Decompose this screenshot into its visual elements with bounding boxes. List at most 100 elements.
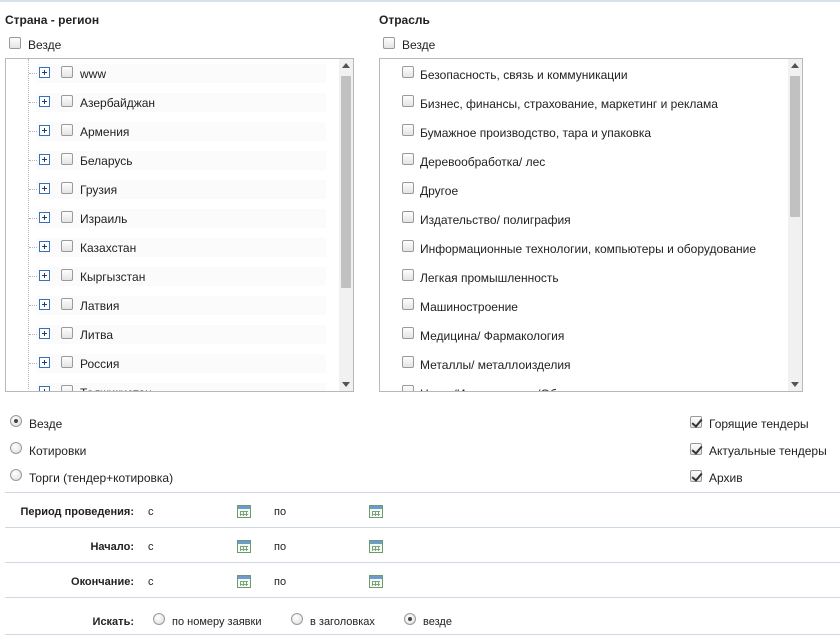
expand-plus-icon[interactable]	[39, 67, 50, 78]
calendar-icon[interactable]	[237, 505, 251, 518]
industry-list-scrollbar[interactable]	[788, 59, 802, 391]
tree-connector	[29, 334, 37, 335]
industry-label: Другое	[420, 184, 459, 198]
industry-list[interactable]: Безопасность, связь и коммуникации Бизнес…	[379, 58, 803, 392]
from-label: с	[148, 576, 154, 588]
divider	[5, 527, 840, 528]
expand-plus-icon[interactable]	[39, 241, 50, 252]
tree-connector	[29, 276, 37, 277]
search-option-label: по номеру заявки	[172, 616, 262, 628]
country-label: Латвия	[80, 299, 120, 313]
tree-connector	[29, 73, 37, 74]
period-label: Начало:	[90, 541, 134, 553]
industry-label: Информационные технологии, компьютеры и …	[420, 242, 757, 256]
industry-checkbox[interactable]	[402, 95, 414, 107]
country-label: Азербайджан	[80, 96, 156, 110]
country-checkbox[interactable]	[61, 269, 73, 281]
expand-plus-icon[interactable]	[39, 270, 50, 281]
country-checkbox[interactable]	[61, 182, 73, 194]
scroll-thumb[interactable]	[341, 76, 351, 288]
industry-checkbox[interactable]	[402, 385, 414, 391]
expand-plus-icon[interactable]	[39, 96, 50, 107]
search-option-label: в заголовках	[310, 616, 375, 628]
country-label: Россия	[80, 357, 120, 371]
country-checkbox[interactable]	[61, 298, 73, 310]
industry-label: Издательство/ полиграфия	[420, 213, 571, 227]
country-checkbox[interactable]	[61, 356, 73, 368]
expand-plus-icon[interactable]	[39, 125, 50, 136]
scroll-up-arrow-icon[interactable]	[791, 63, 799, 68]
industry-checkbox[interactable]	[402, 327, 414, 339]
tree-connector	[29, 189, 37, 190]
country-label: Литва	[80, 328, 113, 342]
type-radio[interactable]	[10, 415, 22, 427]
expand-plus-icon[interactable]	[39, 183, 50, 194]
expand-plus-icon[interactable]	[39, 212, 50, 223]
search-option-label: везде	[423, 616, 452, 628]
calendar-icon[interactable]	[237, 540, 251, 553]
industry-checkbox[interactable]	[402, 269, 414, 281]
expand-plus-icon[interactable]	[39, 299, 50, 310]
country-label: Кыргызстан	[80, 270, 146, 284]
expand-plus-icon[interactable]	[39, 386, 50, 391]
from-label: с	[148, 541, 154, 553]
country-checkbox[interactable]	[61, 153, 73, 165]
industry-checkbox[interactable]	[402, 124, 414, 136]
type-radio[interactable]	[10, 469, 22, 481]
country-checkbox[interactable]	[61, 124, 73, 136]
divider	[5, 597, 840, 598]
country-checkbox[interactable]	[61, 66, 73, 78]
search-radio[interactable]	[153, 613, 165, 625]
country-label: Израиль	[80, 212, 128, 226]
scroll-thumb[interactable]	[790, 76, 800, 217]
search-label: Искать:	[92, 616, 134, 628]
expand-plus-icon[interactable]	[39, 357, 50, 368]
industry-label: Медицина/ Фармакология	[420, 329, 565, 343]
search-radio[interactable]	[404, 613, 416, 625]
country-checkbox[interactable]	[61, 240, 73, 252]
industry-checkbox[interactable]	[402, 356, 414, 368]
country-everywhere-checkbox[interactable]	[9, 37, 21, 49]
divider	[5, 634, 840, 635]
country-checkbox[interactable]	[61, 385, 73, 391]
industry-checkbox[interactable]	[402, 298, 414, 310]
tree-connector	[29, 218, 37, 219]
industry-title: Отрасль	[379, 13, 430, 27]
status-checkbox[interactable]	[690, 470, 702, 482]
industry-checkbox[interactable]	[402, 240, 414, 252]
status-checkbox[interactable]	[690, 443, 702, 455]
expand-plus-icon[interactable]	[39, 154, 50, 165]
divider	[5, 492, 840, 493]
type-radio[interactable]	[10, 442, 22, 454]
status-label: Горящие тендеры	[709, 417, 809, 431]
search-radio[interactable]	[291, 613, 303, 625]
country-checkbox[interactable]	[61, 327, 73, 339]
calendar-icon[interactable]	[369, 575, 383, 588]
scroll-down-arrow-icon[interactable]	[791, 382, 799, 387]
calendar-icon[interactable]	[237, 575, 251, 588]
industry-everywhere-checkbox[interactable]	[383, 37, 395, 49]
expand-plus-icon[interactable]	[39, 328, 50, 339]
industry-label: Бизнес, финансы, страхование, маркетинг …	[420, 97, 718, 111]
calendar-icon[interactable]	[369, 540, 383, 553]
industry-label: Машиностроение	[420, 300, 518, 314]
country-label: Таджикистан	[80, 386, 152, 391]
tree-connector	[29, 363, 37, 364]
scroll-down-arrow-icon[interactable]	[342, 382, 350, 387]
industry-everywhere-label: Везде	[402, 38, 436, 52]
country-region-title: Страна - регион	[5, 13, 100, 27]
country-checkbox[interactable]	[61, 95, 73, 107]
country-region-list[interactable]: www Азербайджан Армения Беларусь Грузия Израи…	[5, 58, 354, 392]
industry-label: Деревообработка/ лес	[420, 155, 546, 169]
industry-label: Металлы/ металлоизделия	[420, 358, 571, 372]
status-checkbox[interactable]	[690, 416, 702, 428]
industry-checkbox[interactable]	[402, 211, 414, 223]
country-list-scrollbar[interactable]	[339, 59, 353, 391]
country-checkbox[interactable]	[61, 211, 73, 223]
scroll-up-arrow-icon[interactable]	[342, 63, 350, 68]
industry-checkbox[interactable]	[402, 153, 414, 165]
industry-checkbox[interactable]	[402, 66, 414, 78]
status-label: Архив	[709, 471, 743, 485]
calendar-icon[interactable]	[369, 505, 383, 518]
industry-checkbox[interactable]	[402, 182, 414, 194]
